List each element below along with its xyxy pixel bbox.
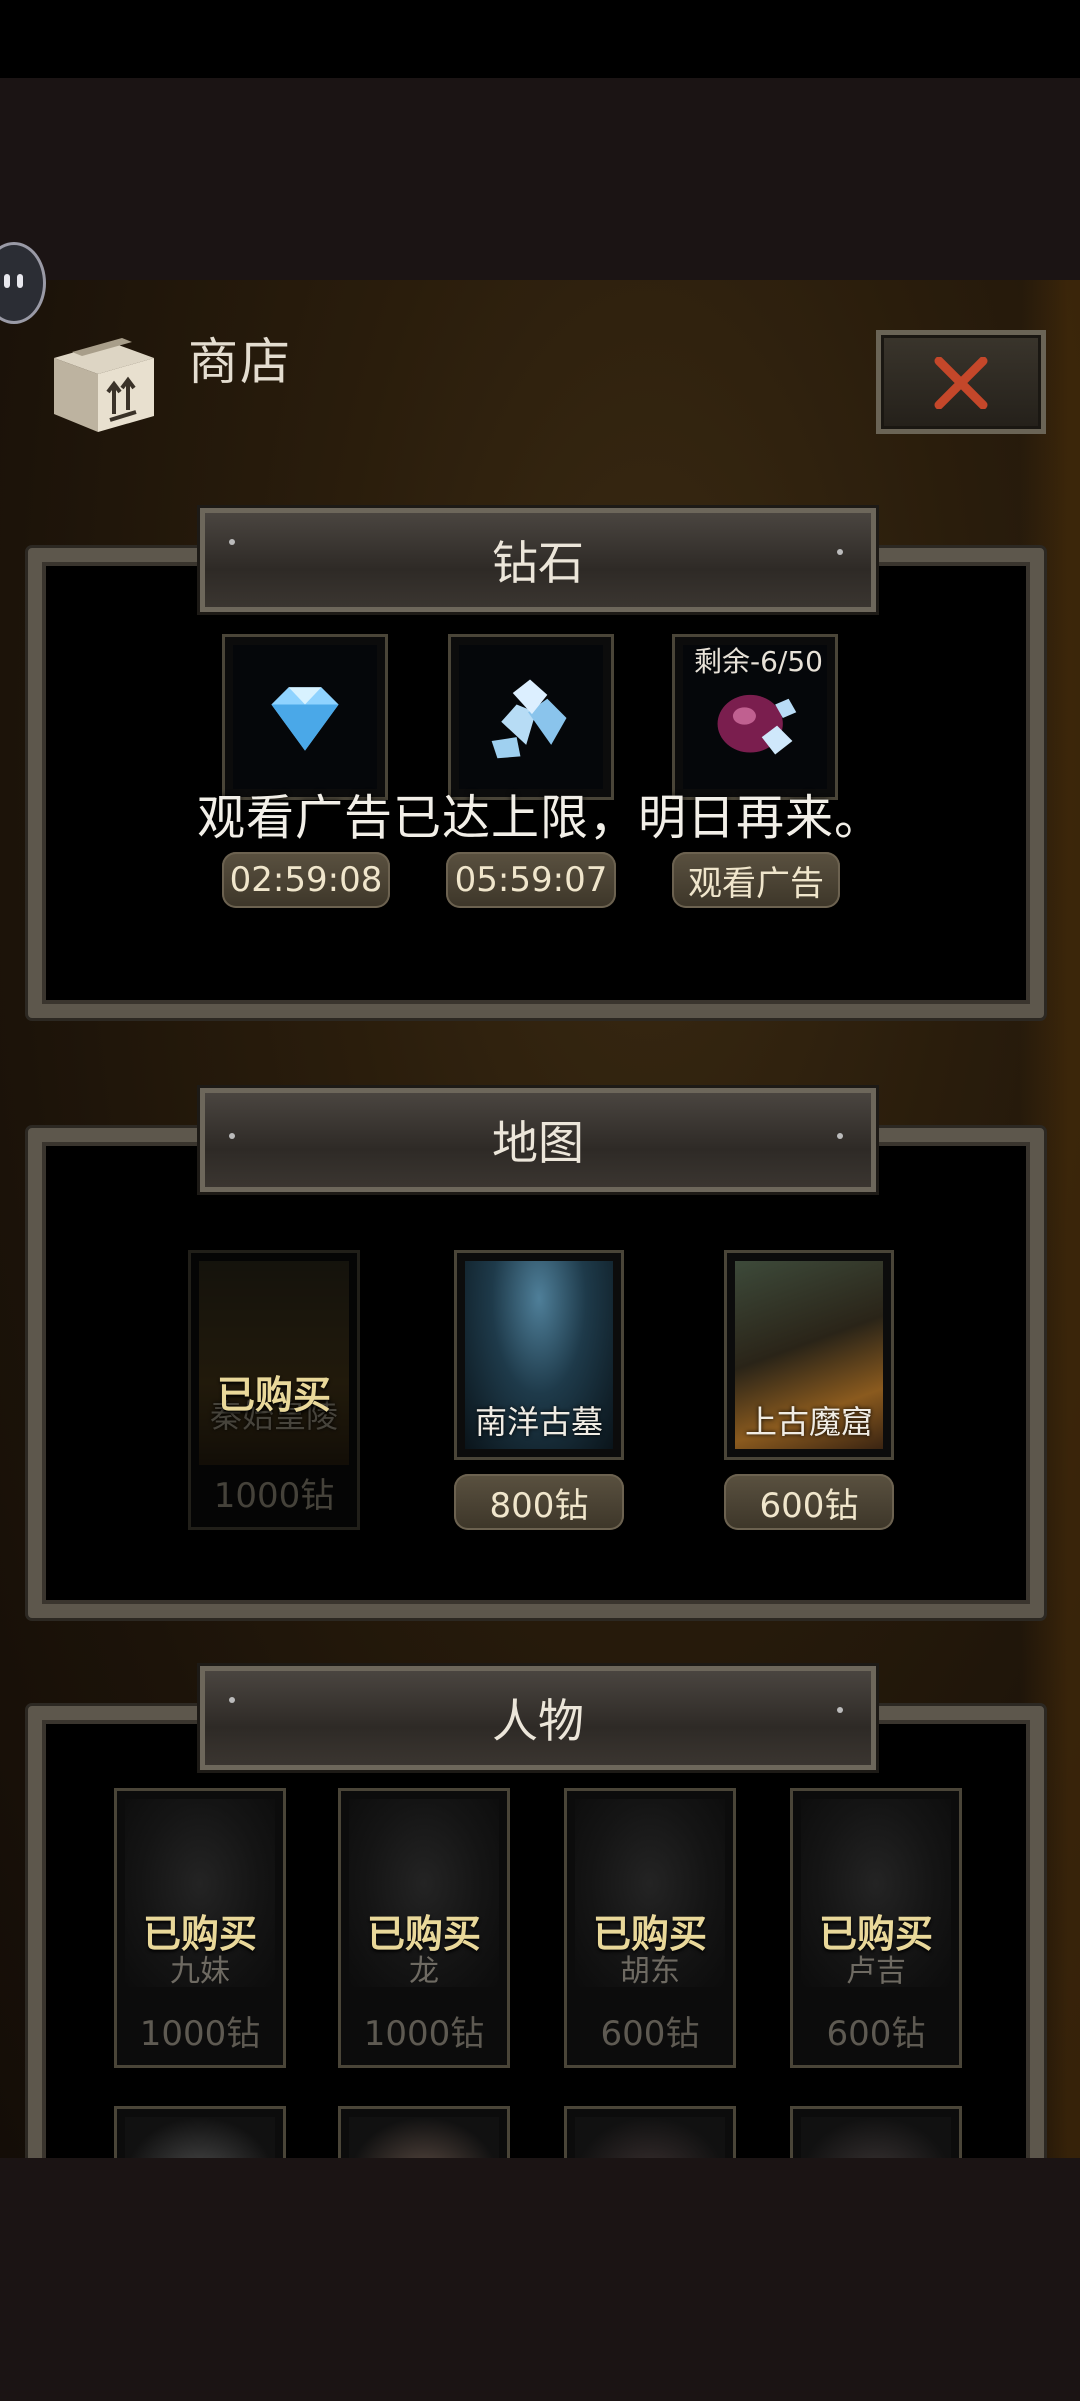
character-price: 600钻 bbox=[600, 2014, 700, 2054]
status-bar bbox=[0, 0, 1080, 78]
character-price: 1000钻 bbox=[363, 2014, 485, 2054]
character-item[interactable]: 已购买 龙 1000钻 bbox=[338, 1788, 510, 2068]
character-name: 胡东 bbox=[620, 1954, 680, 1989]
diamond-timer-2[interactable]: 05:59:07 bbox=[446, 852, 616, 908]
map-item-shanggu[interactable]: 上古魔窟 bbox=[724, 1250, 894, 1460]
character-item[interactable]: 已购买 胡东 600钻 bbox=[564, 1788, 736, 2068]
section-title-diamond: 钻石 bbox=[492, 536, 584, 590]
purchased-badge: 已购买 bbox=[216, 1373, 331, 1417]
section-title-map: 地图 bbox=[492, 1116, 584, 1170]
map-name: 上古魔窟 bbox=[744, 1403, 873, 1441]
character-price: 600钻 bbox=[826, 2014, 926, 2054]
diamond-timer-1[interactable]: 02:59:08 bbox=[222, 852, 390, 908]
map-name: 南洋古墓 bbox=[474, 1403, 603, 1441]
map-item-nanyang[interactable]: 南洋古墓 bbox=[454, 1250, 624, 1460]
close-icon bbox=[934, 357, 988, 409]
map-price-button[interactable]: 800钻 bbox=[454, 1474, 624, 1530]
shop-title: 商店 bbox=[188, 333, 292, 391]
character-name: 卢吉 bbox=[846, 1954, 906, 1989]
toast-message: 观看广告已达上限，明日再来。 bbox=[196, 790, 883, 846]
diamond-icon bbox=[233, 645, 377, 789]
section-banner-map: 地图 bbox=[200, 1088, 876, 1192]
close-button[interactable] bbox=[876, 330, 1046, 434]
watch-ad-button[interactable]: 观看广告 bbox=[672, 852, 840, 908]
character-price: 1000钻 bbox=[139, 2014, 261, 2054]
character-item[interactable]: 已购买 卢吉 600钻 bbox=[790, 1788, 962, 2068]
map-price: 1000钻 bbox=[213, 1476, 335, 1516]
section-banner-diamond: 钻石 bbox=[200, 508, 876, 612]
bottom-letterbox bbox=[0, 2158, 1080, 2401]
character-item[interactable]: 已购买 九妹 1000钻 bbox=[114, 1788, 286, 2068]
diamond-item-1[interactable] bbox=[222, 634, 388, 800]
section-title-character: 人物 bbox=[492, 1694, 584, 1748]
diamond-pile-icon bbox=[459, 645, 603, 789]
character-name: 龙 bbox=[409, 1954, 439, 1989]
character-name: 九妹 bbox=[170, 1954, 230, 1989]
map-price-button[interactable]: 600钻 bbox=[724, 1474, 894, 1530]
ad-remaining-count: 剩余-6/50 bbox=[694, 645, 823, 678]
top-letterbox bbox=[0, 78, 1080, 280]
diamond-item-2[interactable] bbox=[448, 634, 614, 800]
section-banner-character: 人物 bbox=[200, 1666, 876, 1770]
package-box-icon bbox=[54, 338, 154, 432]
